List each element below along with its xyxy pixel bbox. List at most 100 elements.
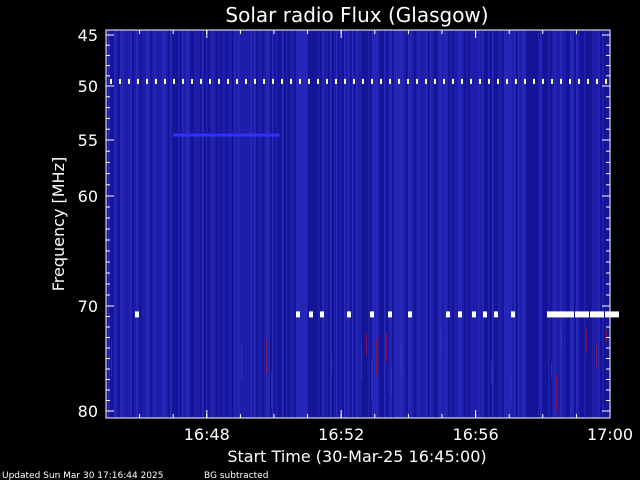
noise-column bbox=[228, 30, 230, 418]
noise-column bbox=[542, 30, 544, 418]
noise-column bbox=[180, 30, 182, 418]
noise-column bbox=[344, 30, 346, 418]
noise-column bbox=[346, 30, 348, 418]
noise-column bbox=[198, 30, 200, 418]
noise-column bbox=[156, 30, 158, 418]
noise-column bbox=[382, 30, 384, 418]
feature-lower-band-mark bbox=[551, 363, 552, 378]
noise-column bbox=[282, 30, 284, 418]
noise-column bbox=[574, 30, 576, 418]
noise-column bbox=[454, 30, 456, 418]
noise-column bbox=[192, 30, 194, 418]
noise-column bbox=[230, 30, 232, 418]
noise-column bbox=[236, 30, 238, 418]
noise-column bbox=[494, 30, 496, 418]
noise-column bbox=[458, 30, 460, 418]
feature-lower-band-mark bbox=[366, 333, 367, 356]
noise-column bbox=[532, 30, 534, 418]
noise-column bbox=[122, 30, 124, 418]
feature-interference-dot bbox=[308, 78, 310, 84]
noise-column bbox=[184, 30, 186, 418]
noise-column bbox=[124, 30, 126, 418]
feature-lower-band-mark bbox=[386, 332, 387, 362]
feature-burst-mark bbox=[388, 311, 392, 318]
footer-updated: Updated Sun Mar 30 17:16:44 2025 bbox=[2, 471, 164, 480]
noise-column bbox=[560, 30, 562, 418]
noise-column bbox=[464, 30, 466, 418]
noise-column bbox=[410, 30, 412, 418]
noise-column bbox=[450, 30, 452, 418]
noise-column bbox=[326, 30, 328, 418]
feature-lower-band-mark bbox=[586, 328, 587, 353]
feature-interference-dot bbox=[353, 78, 355, 84]
noise-column bbox=[136, 30, 138, 418]
noise-column bbox=[608, 30, 610, 418]
feature-burst-mark bbox=[547, 311, 561, 318]
feature-interference-dot bbox=[479, 78, 481, 84]
noise-column bbox=[390, 30, 392, 418]
noise-column bbox=[304, 30, 306, 418]
noise-column bbox=[322, 30, 324, 418]
feature-burst-mark bbox=[472, 311, 476, 318]
feature-interference-dot bbox=[587, 78, 589, 84]
noise-column bbox=[114, 30, 116, 418]
feature-interference-dot bbox=[155, 78, 157, 84]
feature-burst-mark bbox=[446, 311, 450, 318]
noise-column bbox=[214, 30, 216, 418]
noise-column bbox=[446, 30, 448, 418]
noise-column bbox=[456, 30, 458, 418]
noise-column bbox=[576, 30, 578, 418]
noise-column bbox=[600, 30, 602, 418]
noise-column bbox=[406, 30, 408, 418]
feature-lower-band-mark bbox=[371, 361, 372, 399]
noise-column bbox=[164, 30, 166, 418]
noise-column bbox=[302, 30, 304, 418]
noise-column bbox=[364, 30, 366, 418]
noise-column bbox=[158, 30, 160, 418]
noise-column bbox=[438, 30, 440, 418]
noise-column bbox=[352, 30, 354, 418]
noise-column bbox=[556, 30, 558, 418]
noise-column bbox=[582, 30, 584, 418]
noise-column bbox=[182, 30, 184, 418]
feature-interference-dot bbox=[128, 78, 130, 84]
noise-column bbox=[358, 30, 360, 418]
y-axis-title: Frequency [MHz] bbox=[49, 157, 68, 291]
feature-interference-dot bbox=[146, 78, 148, 84]
noise-column bbox=[222, 30, 224, 418]
feature-interference-dot bbox=[407, 78, 409, 84]
feature-interference-dot bbox=[434, 78, 436, 84]
noise-column bbox=[580, 30, 582, 418]
noise-column bbox=[168, 30, 170, 418]
noise-column bbox=[434, 30, 436, 418]
x-tick-label: 16:48 bbox=[184, 425, 230, 444]
noise-column bbox=[550, 30, 552, 418]
noise-column bbox=[320, 30, 322, 418]
noise-column bbox=[584, 30, 586, 418]
feature-interference-dot bbox=[191, 78, 193, 84]
noise-column bbox=[428, 30, 430, 418]
noise-column bbox=[448, 30, 450, 418]
feature-interference-dot bbox=[371, 78, 373, 84]
feature-interference-dot bbox=[137, 78, 139, 84]
noise-column bbox=[426, 30, 428, 418]
noise-column bbox=[226, 30, 228, 418]
noise-column bbox=[142, 30, 144, 418]
noise-column bbox=[536, 30, 538, 418]
noise-column bbox=[232, 30, 234, 418]
noise-column bbox=[568, 30, 570, 418]
feature-interference-dot bbox=[290, 78, 292, 84]
noise-column bbox=[424, 30, 426, 418]
feature-interference-dot bbox=[542, 78, 544, 84]
x-tick-label: 16:52 bbox=[318, 425, 364, 444]
feature-lower-band-mark bbox=[491, 361, 492, 385]
y-tick-label: 55 bbox=[78, 131, 98, 150]
noise-column bbox=[148, 30, 150, 418]
feature-interference-dot bbox=[335, 78, 337, 84]
feature-lower-band-mark bbox=[391, 367, 392, 396]
noise-column bbox=[170, 30, 172, 418]
noise-column bbox=[190, 30, 192, 418]
noise-column bbox=[342, 30, 344, 418]
noise-column bbox=[300, 30, 302, 418]
y-tick-label: 60 bbox=[78, 187, 98, 206]
